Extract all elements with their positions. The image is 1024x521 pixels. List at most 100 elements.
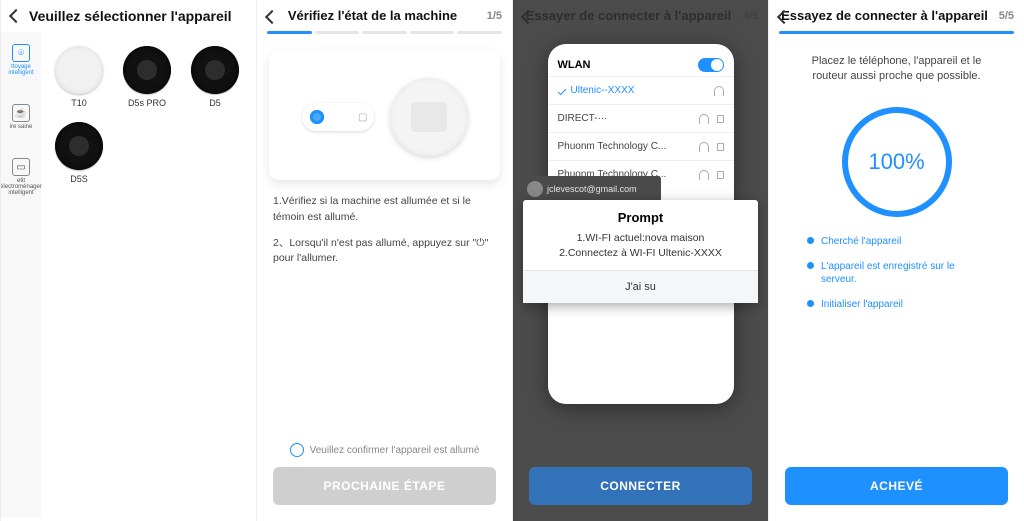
bullet-icon bbox=[807, 300, 814, 307]
device-label: T10 bbox=[71, 98, 87, 108]
wlan-label: WLAN bbox=[558, 59, 591, 71]
device-item-d5spro[interactable]: D5s PRO bbox=[119, 46, 175, 108]
device-grid: T10 D5s PRO D5 D5S bbox=[41, 32, 256, 517]
sidebar-item-appliance[interactable]: ▭ etit électroménager intelligent bbox=[0, 158, 42, 196]
steps-list: Cherché l'appareil L'appareil est enregi… bbox=[769, 235, 1024, 311]
progress-seg bbox=[315, 31, 360, 34]
prompt-dialog: Prompt 1.WI-FI actuel:nova maison 2.Conn… bbox=[523, 200, 758, 303]
robot-icon bbox=[191, 46, 239, 94]
radio-icon bbox=[290, 443, 304, 457]
progress-seg bbox=[410, 31, 455, 34]
check-icon bbox=[557, 86, 565, 94]
camera-icon: ▢ bbox=[358, 112, 367, 123]
wifi-icon bbox=[699, 170, 709, 180]
screen-check-state: Vérifiez l'état de la machine 1/5 ▢ 1.Vé… bbox=[256, 0, 512, 521]
header: Veuillez sélectionner l'appareil bbox=[1, 0, 256, 32]
step-indicator: 1/5 bbox=[487, 10, 502, 22]
step-indicator: 5/5 bbox=[999, 10, 1014, 22]
wlan-ssid: Ultenic--XXXX bbox=[571, 85, 635, 96]
footer: CONNECTER bbox=[513, 457, 768, 521]
connect-button[interactable]: CONNECTER bbox=[529, 467, 752, 505]
lock-icon bbox=[717, 171, 724, 179]
power-switch-illustration: ▢ bbox=[302, 103, 374, 131]
device-item-t10[interactable]: T10 bbox=[51, 46, 107, 108]
illustration-card: ▢ bbox=[269, 50, 500, 180]
footer: ACHEVÉ bbox=[769, 457, 1024, 521]
wlan-row: DIRECT-··· bbox=[548, 104, 734, 132]
progress-bar bbox=[257, 31, 512, 40]
sidebar-item-health[interactable]: ☕ ire saine bbox=[10, 104, 33, 130]
wlan-toggle-icon bbox=[698, 58, 724, 72]
done-button[interactable]: ACHEVÉ bbox=[785, 467, 1008, 505]
header: Vérifiez l'état de la machine 1/5 bbox=[257, 0, 512, 31]
progress-ring-box: 100% bbox=[769, 107, 1024, 217]
sidebar-item-label: ire saine bbox=[10, 124, 33, 130]
device-item-d5s[interactable]: D5S bbox=[51, 122, 107, 184]
device-label: D5S bbox=[70, 174, 88, 184]
screen-connect-progress: Essayez de connecter à l'appareil 5/5 Pl… bbox=[768, 0, 1024, 521]
sidebar-item-label: etit électroménager intelligent bbox=[0, 178, 42, 196]
wlan-ssid: Phuonm Technology C... bbox=[558, 141, 667, 152]
prompt-title: Prompt bbox=[523, 200, 758, 231]
step-row: L'appareil est enregistré sur le serveur… bbox=[807, 260, 986, 286]
bullet-icon bbox=[807, 262, 814, 269]
screen-select-device: Veuillez sélectionner l'appareil ⌾ ttoya… bbox=[0, 0, 256, 521]
robot-icon bbox=[55, 122, 103, 170]
cleaning-icon: ⌾ bbox=[12, 44, 30, 62]
power-dot-icon bbox=[308, 108, 326, 126]
prompt-ok-button[interactable]: J'ai su bbox=[523, 270, 758, 303]
bullet-icon bbox=[807, 237, 814, 244]
confirm-label: Veuillez confirmer l'appareil est allumé bbox=[310, 445, 480, 456]
appliance-icon: ▭ bbox=[12, 158, 30, 176]
wlan-header: WLAN bbox=[548, 44, 734, 76]
avatar-icon bbox=[527, 181, 543, 197]
progress-percent: 100% bbox=[868, 149, 924, 175]
progress-seg bbox=[362, 31, 407, 34]
wlan-row-selected: Ultenic--XXXX bbox=[548, 76, 734, 104]
user-email: jclevescot@gmail.com bbox=[547, 184, 637, 194]
user-bar: jclevescot@gmail.com bbox=[521, 176, 661, 202]
step-row: Cherché l'appareil bbox=[807, 235, 986, 248]
robot-icon bbox=[123, 46, 171, 94]
step-label: L'appareil est enregistré sur le serveur… bbox=[821, 260, 986, 286]
body: ⌾ ttoyage intelligent ☕ ire saine ▭ etit… bbox=[1, 32, 256, 517]
sidebar-item-label: ttoyage intelligent bbox=[1, 64, 41, 76]
device-label: D5 bbox=[209, 98, 221, 108]
step-label: Cherché l'appareil bbox=[821, 235, 901, 248]
cup-icon: ☕ bbox=[12, 104, 30, 122]
device-item-d5[interactable]: D5 bbox=[187, 46, 243, 108]
instruction-line-1: 1.Vérifiez si la machine est allumée et … bbox=[273, 194, 496, 226]
robot-illustration bbox=[390, 78, 468, 156]
instructions: 1.Vérifiez si la machine est allumée et … bbox=[257, 180, 512, 267]
page-title: Essayez de connecter à l'appareil bbox=[781, 8, 988, 23]
instruction-line-2: 2、Lorsqu'il n'est pas allumé, appuyez su… bbox=[273, 236, 496, 268]
instruction-text: Placez le téléphone, l'appareil et le ro… bbox=[769, 40, 1024, 85]
prompt-line-2: 2.Connectez à WI-FI Ultenic-XXXX bbox=[531, 246, 750, 261]
header: Essayez de connecter à l'appareil 5/5 bbox=[769, 0, 1024, 31]
screen-connect-prompt: Essayer de connecter à l'appareil 4/5 WL… bbox=[512, 0, 768, 521]
category-sidebar: ⌾ ttoyage intelligent ☕ ire saine ▭ etit… bbox=[1, 32, 41, 517]
back-icon[interactable] bbox=[9, 9, 23, 23]
wifi-icon bbox=[714, 86, 724, 96]
progress-ring: 100% bbox=[842, 107, 952, 217]
prompt-line-1: 1.WI-FI actuel:nova maison bbox=[531, 231, 750, 246]
progress-seg bbox=[267, 31, 312, 34]
prompt-body: 1.WI-FI actuel:nova maison 2.Connectez à… bbox=[523, 231, 758, 270]
wifi-icon bbox=[699, 142, 709, 152]
page-title: Vérifiez l'état de la machine bbox=[288, 8, 457, 23]
page-title: Veuillez sélectionner l'appareil bbox=[29, 8, 232, 24]
lock-icon bbox=[717, 115, 724, 123]
step-label: Initialiser l'appareil bbox=[821, 298, 903, 311]
robot-icon bbox=[55, 46, 103, 94]
progress-seg bbox=[457, 31, 502, 34]
progress-bar bbox=[779, 31, 1014, 34]
sidebar-item-cleaning[interactable]: ⌾ ttoyage intelligent bbox=[1, 44, 41, 76]
footer: Veuillez confirmer l'appareil est allumé… bbox=[257, 433, 512, 521]
wifi-icon bbox=[699, 114, 709, 124]
next-button[interactable]: PROCHAINE ÉTAPE bbox=[273, 467, 496, 505]
back-icon[interactable] bbox=[265, 10, 279, 24]
step-row: Initialiser l'appareil bbox=[807, 298, 986, 311]
confirm-checkbox[interactable]: Veuillez confirmer l'appareil est allumé bbox=[273, 443, 496, 457]
wlan-ssid: DIRECT-··· bbox=[558, 113, 608, 124]
wlan-row: Phuonm Technology C... bbox=[548, 132, 734, 160]
